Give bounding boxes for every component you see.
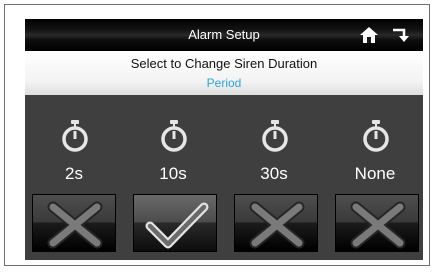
option-2s: 2s xyxy=(48,120,100,200)
x-mark-icon xyxy=(47,201,103,249)
title-bar: Alarm Setup xyxy=(25,19,423,51)
select-30s-button[interactable] xyxy=(234,194,318,252)
home-button[interactable] xyxy=(359,26,379,44)
instruction-text: Select to Change Siren Duration xyxy=(130,56,318,71)
stopwatch-icon xyxy=(363,120,389,152)
duration-label: 30s xyxy=(260,164,288,183)
select-none-button[interactable] xyxy=(335,194,419,252)
alarm-setup-screen: Alarm Setup Select to Change Siren Durat… xyxy=(25,19,423,260)
stopwatch-icon xyxy=(62,120,88,152)
option-10s: 10s xyxy=(147,120,199,200)
instruction-panel: Select to Change Siren Duration Period xyxy=(25,51,423,95)
duration-label: None xyxy=(354,164,396,183)
select-2s-button[interactable] xyxy=(32,194,116,252)
x-mark-icon xyxy=(249,201,305,249)
select-10s-button[interactable] xyxy=(133,194,217,252)
duration-label: 2s xyxy=(65,164,83,183)
option-30s: 30s xyxy=(248,120,300,200)
option-none: None xyxy=(349,120,401,200)
stopwatch-icon xyxy=(161,120,187,152)
checkmark-icon xyxy=(145,202,209,249)
back-arrow-icon xyxy=(393,28,409,42)
back-button[interactable] xyxy=(391,27,411,45)
duration-label: 10s xyxy=(159,164,187,183)
section-subtitle: Period xyxy=(206,76,242,90)
home-icon xyxy=(360,27,378,43)
x-mark-icon xyxy=(350,201,406,249)
stopwatch-icon xyxy=(262,120,288,152)
